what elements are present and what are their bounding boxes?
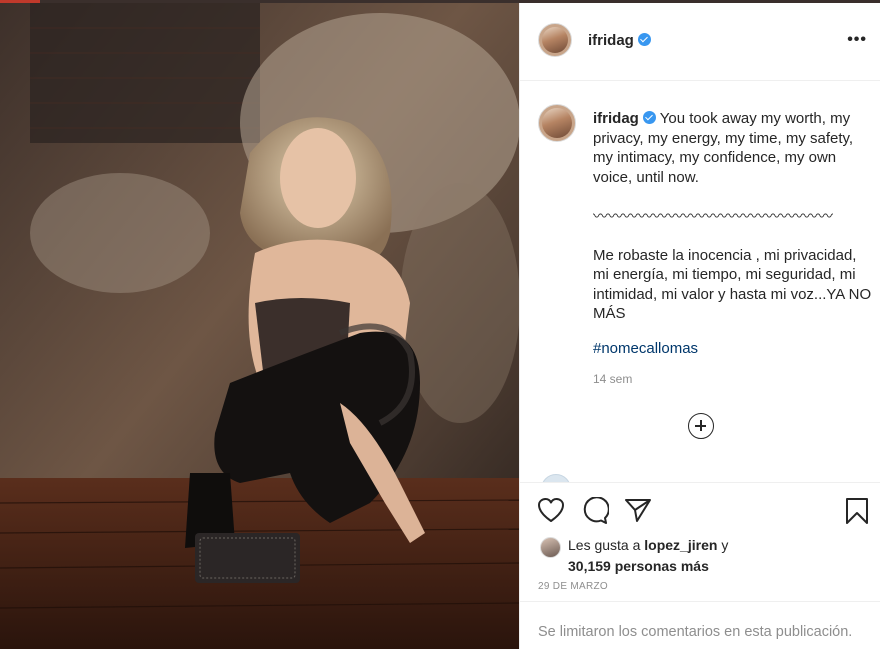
- likes-user[interactable]: lopez_jiren: [644, 537, 717, 553]
- comment-icon[interactable]: [581, 497, 609, 525]
- header-username[interactable]: ifridag: [588, 32, 651, 49]
- caption-timestamp: 14 sem: [593, 372, 633, 386]
- caption-text: ifridag You took away my worth, my priva…: [593, 109, 873, 324]
- post-panel: ifridag ••• ifridag You took away my wor…: [519, 3, 880, 649]
- post-photo[interactable]: [0, 3, 519, 649]
- comments-area: ifridag You took away my worth, my priva…: [520, 82, 880, 482]
- likes-prefix: Les gusta a: [568, 537, 641, 553]
- verified-badge-icon: [637, 33, 651, 46]
- post-header: ifridag •••: [520, 3, 880, 81]
- comments-limited-text: Se limitaron los comentarios en esta pub…: [538, 624, 853, 640]
- load-more-comments-icon[interactable]: [688, 413, 714, 439]
- likes-others[interactable]: 30,159 personas más: [568, 558, 709, 574]
- caption-avatar[interactable]: [538, 104, 576, 142]
- likes-conj: y: [721, 537, 729, 553]
- post-date[interactable]: 29 DE MARZO: [538, 581, 608, 592]
- profile-avatar[interactable]: [538, 23, 572, 57]
- likes-summary: Les gusta a lopez_jiren y 30,159 persona…: [568, 535, 728, 577]
- caption-verified-badge-icon: [642, 111, 656, 124]
- liker-avatar[interactable]: [540, 537, 561, 558]
- heart-icon[interactable]: [537, 497, 565, 523]
- hashtag-link[interactable]: #nomecallomas: [593, 340, 698, 357]
- caption-username[interactable]: ifridag: [593, 110, 639, 127]
- comments-limited-bar: Se limitaron los comentarios en esta pub…: [520, 601, 880, 649]
- caption-text-es: Me robaste la inocencia , mi privacidad,…: [593, 246, 876, 323]
- post-actions: Les gusta a lopez_jiren y 30,159 persona…: [520, 482, 880, 649]
- bookmark-icon[interactable]: [845, 497, 869, 525]
- more-options-icon[interactable]: •••: [847, 31, 867, 49]
- caption-divider: 〰〰〰〰〰〰〰〰〰〰〰〰〰〰〰〰: [593, 207, 834, 225]
- next-comment-avatar: [541, 474, 571, 482]
- header-username-text[interactable]: ifridag: [588, 32, 634, 49]
- paper-plane-icon[interactable]: [624, 497, 652, 523]
- post-photo-image: [0, 3, 519, 649]
